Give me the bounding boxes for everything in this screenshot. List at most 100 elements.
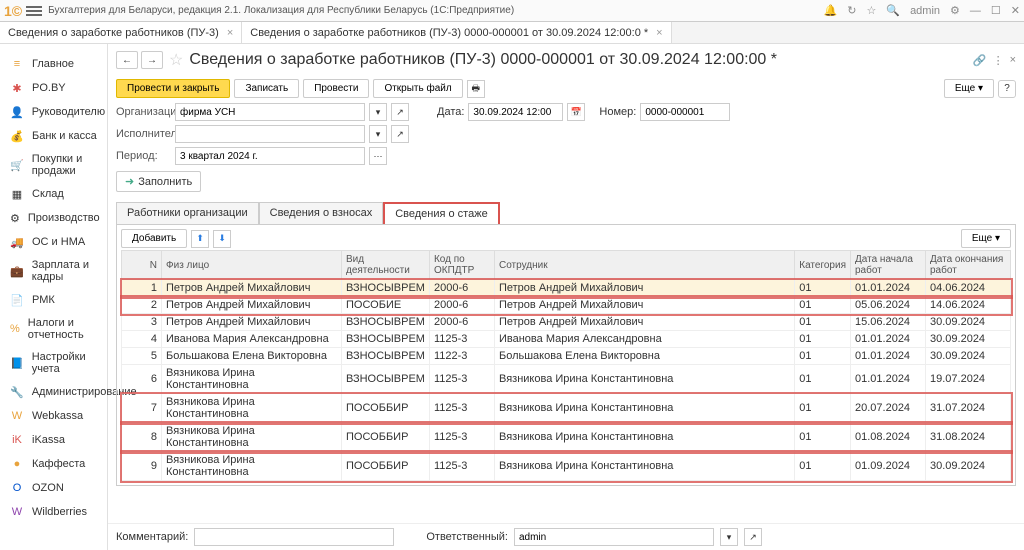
sidebar-item[interactable]: ≡Главное [0,52,107,76]
print-icon[interactable]: 🖶 [467,80,485,98]
calendar-icon[interactable]: 📅 [567,103,585,121]
dropdown-icon[interactable]: ▾ [369,103,387,121]
tab-contributions[interactable]: Сведения о взносах [259,202,384,224]
sidebar-label: Производство [28,212,100,224]
col-sotr[interactable]: Сотрудник [494,251,794,280]
navigation-sidebar: ≡Главное✱PO.BY👤Руководителю💰Банк и касса… [0,44,108,550]
period-select-icon[interactable]: ⋯ [369,147,387,165]
table-row[interactable]: 1Петров Андрей МихайловичВЗНОСЫВРЕМ2000-… [122,280,1011,297]
menu-icon[interactable] [26,6,42,16]
open-ref-icon[interactable]: ↗ [744,528,762,546]
open-file-button[interactable]: Открыть файл [373,79,462,98]
open-ref-icon[interactable]: ↗ [391,125,409,143]
maximize-icon[interactable]: ☐ [991,4,1001,17]
dropdown-icon[interactable]: ▾ [720,528,738,546]
table-row[interactable]: 3Петров Андрей МихайловичВЗНОСЫВРЕМ2000-… [122,314,1011,331]
col-vid[interactable]: Вид деятельности [342,251,430,280]
sidebar-label: Настройки учета [32,351,97,375]
close-icon[interactable]: ✕ [1011,4,1020,17]
minimize-icon[interactable]: — [970,5,981,17]
settings-icon[interactable]: ⚙ [950,4,960,17]
sidebar-label: Зарплата и кадры [32,259,97,283]
save-button[interactable]: Записать [234,79,299,98]
sidebar-item[interactable]: OOZON [0,476,107,500]
table-row[interactable]: 8Вязникова Ирина КонстантиновнаПОСОББИР1… [122,423,1011,452]
table-row[interactable]: 5Большакова Елена ВикторовнаВЗНОСЫВРЕМ11… [122,348,1011,365]
org-input[interactable] [175,103,365,121]
document-tab-2[interactable]: Сведения о заработке работников (ПУ-3) 0… [242,22,671,43]
nav-back-button[interactable]: ← [116,51,138,69]
tab-workers[interactable]: Работники организации [116,202,259,224]
sidebar-icon: ≡ [10,57,24,71]
sidebar-label: Банк и касса [32,130,97,142]
col-dend[interactable]: Дата окончания работ [926,251,1011,280]
col-fiz[interactable]: Физ лицо [162,251,342,280]
exec-input[interactable] [175,125,365,143]
org-label: Организация: [116,106,171,118]
table-row[interactable]: 2Петров Андрей МихайловичПОСОБИЕ2000-6Пе… [122,297,1011,314]
exec-label: Исполнитель: [116,128,171,140]
period-input[interactable] [175,147,365,165]
sidebar-item[interactable]: %Налоги и отчетность [0,312,107,346]
sidebar-item[interactable]: ✱PO.BY [0,76,107,100]
nav-forward-button[interactable]: → [141,51,163,69]
close-tab-icon[interactable]: × [656,27,662,39]
post-button[interactable]: Провести [303,79,369,98]
fill-button[interactable]: ➜ Заполнить [116,171,201,192]
more-button[interactable]: Еще ▾ [944,79,994,98]
tab-experience[interactable]: Сведения о стаже [383,202,500,225]
document-title: Сведения о заработке работников (ПУ-3) 0… [189,51,777,69]
sidebar-item[interactable]: 💰Банк и касса [0,124,107,148]
add-button[interactable]: Добавить [121,229,187,248]
app-logo: 1© [4,3,22,19]
sidebar-item[interactable]: 🛒Покупки и продажи [0,148,107,182]
sidebar-item[interactable]: ●Каффеста [0,452,107,476]
move-up-button[interactable]: ⬆ [191,230,209,248]
sidebar-item[interactable]: 🚚ОС и НМА [0,230,107,254]
col-n[interactable]: N [122,251,162,280]
period-label: Период: [116,150,171,162]
responsible-input[interactable] [514,528,714,546]
close-doc-icon[interactable]: × [1010,54,1016,67]
bell-icon[interactable]: 🔔 [824,4,838,17]
sidebar-item[interactable]: 👤Руководителю [0,100,107,124]
table-more-button[interactable]: Еще ▾ [961,229,1011,248]
link-icon[interactable]: 🔗 [973,54,987,67]
sidebar-item[interactable]: ▦Склад [0,182,107,206]
sidebar-item[interactable]: WWildberries [0,500,107,524]
dropdown-icon[interactable]: ▾ [369,125,387,143]
search-icon[interactable]: 🔍 [886,4,900,17]
table-row[interactable]: 6Вязникова Ирина КонстантиновнаВЗНОСЫВРЕ… [122,365,1011,394]
sidebar-item[interactable]: 📘Настройки учета [0,346,107,380]
open-ref-icon[interactable]: ↗ [391,103,409,121]
more-icon[interactable]: ⋮ [993,54,1004,67]
sidebar-icon: ▦ [10,187,24,201]
user-name[interactable]: admin [910,5,940,17]
help-button[interactable]: ? [998,80,1016,98]
document-tab-1[interactable]: Сведения о заработке работников (ПУ-3)× [0,22,242,43]
close-tab-icon[interactable]: × [227,27,233,39]
col-okp[interactable]: Код по ОКПДТР [429,251,494,280]
post-and-close-button[interactable]: Провести и закрыть [116,79,230,98]
comment-label: Комментарий: [116,531,188,543]
sidebar-icon: 📄 [10,293,24,307]
history-icon[interactable]: ↻ [847,4,856,17]
star-icon[interactable]: ☆ [866,4,876,17]
comment-input[interactable] [194,528,394,546]
sidebar-item[interactable]: WWebkassa [0,404,107,428]
number-input[interactable] [640,103,730,121]
sidebar-icon: ● [10,457,24,471]
sidebar-item[interactable]: 🔧Администрирование [0,380,107,404]
sidebar-item[interactable]: iKiKassa [0,428,107,452]
favorite-icon[interactable]: ☆ [169,50,183,70]
sidebar-item[interactable]: 📄РМК [0,288,107,312]
table-row[interactable]: 9Вязникова Ирина КонстантиновнаПОСОББИР1… [122,452,1011,481]
move-down-button[interactable]: ⬇ [213,230,231,248]
sidebar-item[interactable]: ⚙Производство [0,206,107,230]
sidebar-item[interactable]: 💼Зарплата и кадры [0,254,107,288]
col-dstart[interactable]: Дата начала работ [851,251,926,280]
date-input[interactable] [468,103,563,121]
col-kat[interactable]: Категория [795,251,851,280]
table-row[interactable]: 4Иванова Мария АлександровнаВЗНОСЫВРЕМ11… [122,331,1011,348]
table-row[interactable]: 7Вязникова Ирина КонстантиновнаПОСОББИР1… [122,394,1011,423]
